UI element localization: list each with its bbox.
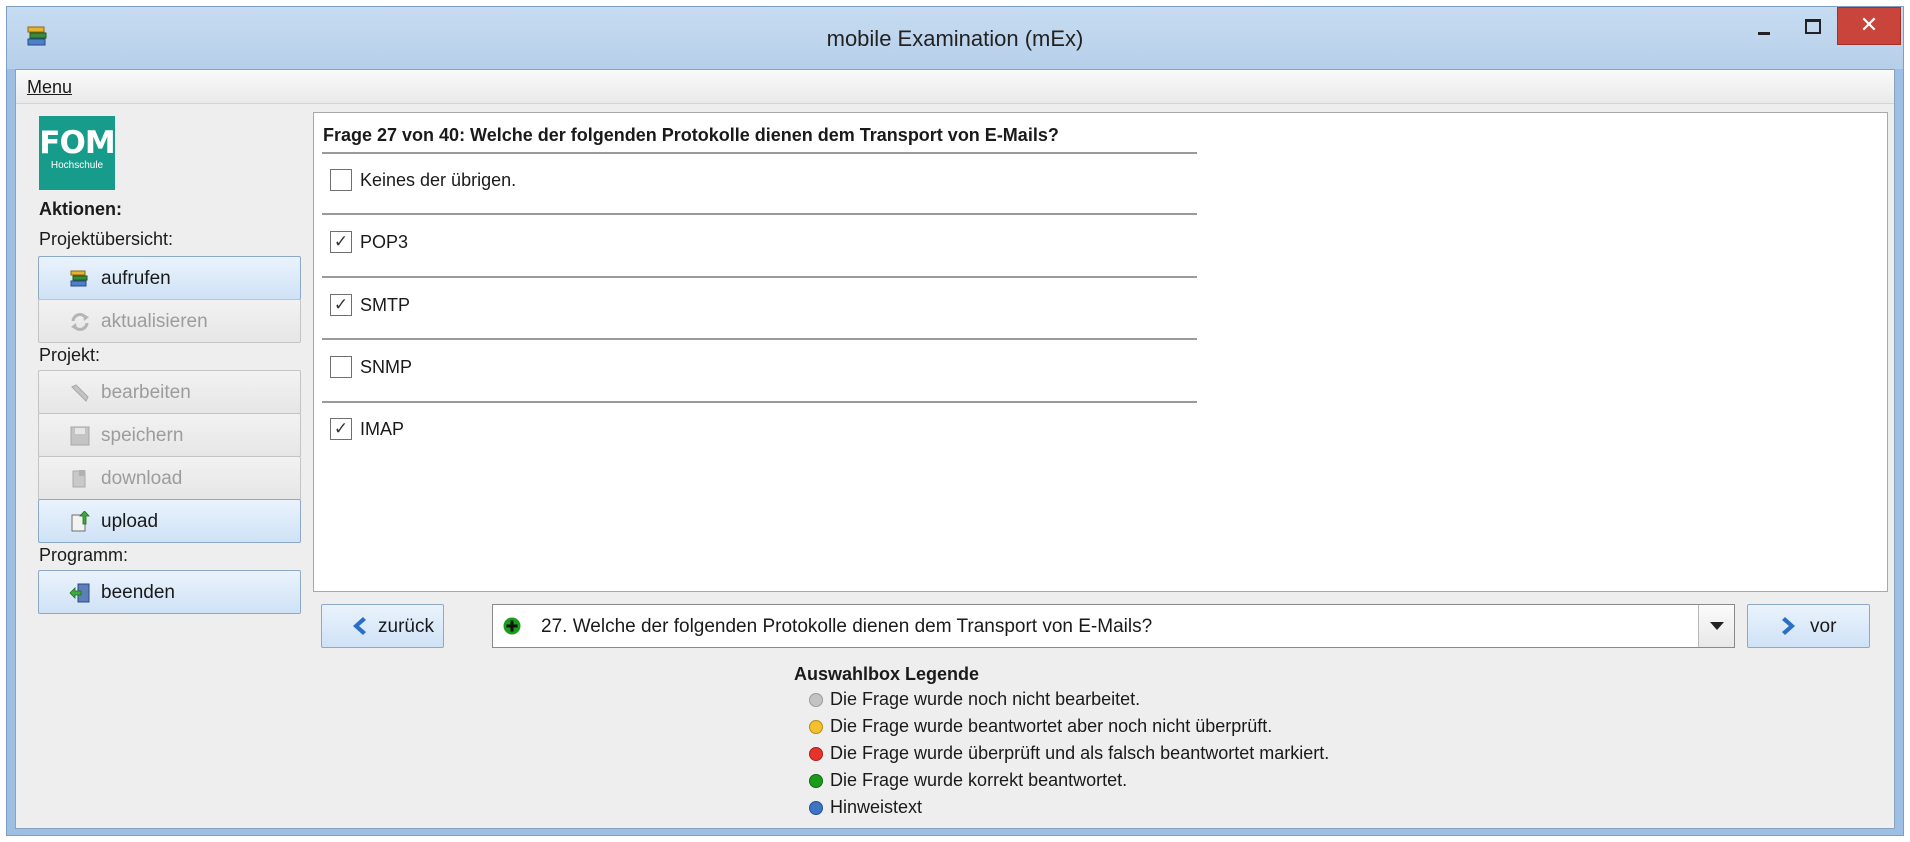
answer-checkbox[interactable] bbox=[330, 356, 352, 378]
answer-label: POP3 bbox=[360, 232, 409, 252]
bearbeiten-label: bearbeiten bbox=[101, 382, 191, 403]
divider bbox=[322, 401, 1197, 403]
upload-icon bbox=[71, 511, 90, 532]
legend-item: Die Frage wurde überprüft und als falsch… bbox=[794, 743, 1329, 770]
client-area: Menu FOM Hochschule Aktionen: Projektübe… bbox=[15, 69, 1895, 829]
answer-checkbox[interactable]: ✓ bbox=[330, 294, 352, 316]
answer-label: SMTP bbox=[360, 295, 411, 315]
title-bar: mobile Examination (mEx) ✕ bbox=[7, 7, 1903, 69]
answer-checkbox[interactable]: ✓ bbox=[330, 231, 352, 253]
question-select[interactable]: 27. Welche der folgenden Protokolle dien… bbox=[492, 604, 1735, 648]
legend-title: Auswahlbox Legende bbox=[794, 664, 980, 684]
fom-logo: FOM Hochschule bbox=[39, 116, 116, 190]
question-select-value: 27. Welche der folgenden Protokolle dien… bbox=[541, 616, 1153, 637]
logo-text: FOM bbox=[39, 125, 115, 161]
back-label: zurück bbox=[378, 616, 434, 637]
actions-heading: Aktionen: bbox=[39, 199, 122, 219]
menu-bar: Menu bbox=[16, 70, 1894, 104]
chevron-left-icon bbox=[353, 617, 366, 635]
logo-subtext: Hochschule bbox=[50, 160, 104, 171]
upload-button[interactable]: upload bbox=[38, 499, 301, 543]
answer-label: SNMP bbox=[360, 357, 413, 377]
legend-item: Die Frage wurde noch nicht bearbeitet. bbox=[794, 689, 1140, 716]
upload-label: upload bbox=[101, 511, 159, 532]
info-icon bbox=[809, 801, 823, 815]
dropdown-arrow-icon[interactable] bbox=[1698, 605, 1734, 647]
unchecked-status-icon bbox=[809, 720, 823, 734]
pencil-icon bbox=[71, 384, 89, 402]
divider bbox=[322, 213, 1197, 215]
legend-item-text: Die Frage wurde noch nicht bearbeitet. bbox=[830, 689, 1141, 709]
group-label-projektuebersicht: Projektübersicht: bbox=[39, 229, 174, 249]
actions-sidebar: FOM Hochschule Aktionen: Projektübersich… bbox=[16, 104, 304, 830]
group-label-projekt: Projekt: bbox=[39, 345, 101, 365]
legend-item: Hinweistext bbox=[794, 797, 979, 824]
answer-label: Keines der übrigen. bbox=[360, 170, 517, 190]
chevron-right-icon bbox=[1782, 617, 1795, 635]
legend-item-text: Hinweistext bbox=[830, 797, 923, 817]
legend-item: Die Frage wurde korrekt beantwortet. bbox=[794, 770, 1127, 797]
aktualisieren-button[interactable]: aktualisieren bbox=[38, 299, 301, 343]
maximize-button[interactable] bbox=[1789, 7, 1835, 47]
answer-label: IMAP bbox=[360, 419, 405, 439]
answer-checkbox[interactable] bbox=[330, 169, 352, 191]
group-label-programm: Programm: bbox=[39, 545, 129, 565]
next-button[interactable]: vor bbox=[1747, 604, 1870, 648]
bearbeiten-button[interactable]: bearbeiten bbox=[38, 370, 301, 414]
legend-item-text: Die Frage wurde korrekt beantwortet. bbox=[830, 770, 1128, 790]
close-icon: ✕ bbox=[1859, 12, 1879, 37]
aufrufen-button[interactable]: aufrufen bbox=[38, 256, 301, 300]
divider bbox=[322, 338, 1197, 340]
refresh-icon bbox=[71, 313, 89, 331]
correct-status-icon bbox=[503, 617, 521, 635]
download-label: download bbox=[101, 468, 183, 489]
aufrufen-label: aufrufen bbox=[101, 268, 171, 289]
exit-icon bbox=[69, 583, 90, 603]
divider bbox=[322, 276, 1197, 278]
books-icon bbox=[70, 270, 88, 287]
beenden-label: beenden bbox=[101, 582, 175, 603]
menu-menu[interactable]: Menu bbox=[27, 77, 72, 98]
legend-item: Die Frage wurde beantwortet aber noch ni… bbox=[794, 716, 1272, 743]
correct-status-icon bbox=[809, 774, 823, 788]
next-label: vor bbox=[1810, 616, 1837, 637]
beenden-button[interactable]: beenden bbox=[38, 570, 301, 614]
window-title: mobile Examination (mEx) bbox=[826, 26, 1084, 51]
minimize-button[interactable] bbox=[1741, 7, 1787, 47]
not-edited-status-icon bbox=[809, 693, 823, 707]
divider bbox=[322, 152, 1197, 154]
speichern-button[interactable]: speichern bbox=[38, 413, 301, 457]
legend: Auswahlbox Legende Die Frage wurde noch … bbox=[794, 664, 1329, 824]
download-icon bbox=[72, 470, 86, 488]
back-button[interactable]: zurück bbox=[321, 604, 444, 648]
download-button[interactable]: download bbox=[38, 456, 301, 500]
speichern-label: speichern bbox=[101, 425, 184, 446]
aktualisieren-label: aktualisieren bbox=[101, 311, 208, 332]
question-panel: Frage 27 von 40: Welche der folgenden Pr… bbox=[313, 112, 1888, 592]
question-title: Frage 27 von 40: Welche der folgenden Pr… bbox=[323, 125, 1059, 145]
app-window: mobile Examination (mEx) ✕ Menu FOM Hoch… bbox=[6, 6, 1904, 836]
wrong-status-icon bbox=[809, 747, 823, 761]
legend-item-text: Die Frage wurde überprüft und als falsch… bbox=[830, 743, 1330, 763]
answer-checkbox[interactable]: ✓ bbox=[330, 418, 352, 440]
legend-item-text: Die Frage wurde beantwortet aber noch ni… bbox=[830, 716, 1273, 736]
floppy-disk-icon bbox=[70, 426, 90, 446]
close-button[interactable]: ✕ bbox=[1837, 7, 1901, 45]
